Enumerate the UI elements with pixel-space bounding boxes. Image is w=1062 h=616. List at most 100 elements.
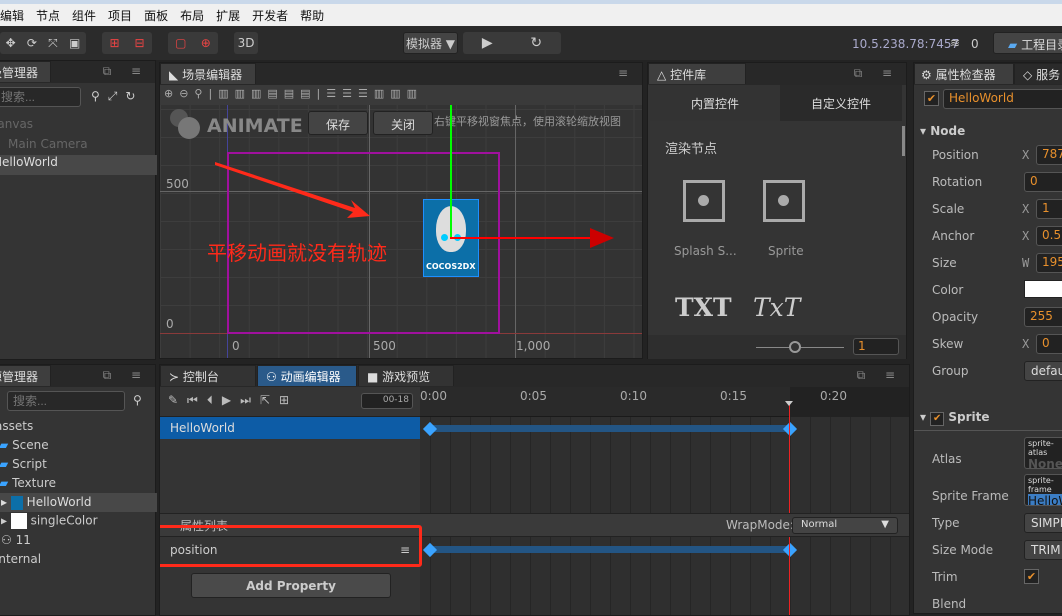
refresh-icon[interactable]: ↻ [530, 35, 542, 51]
tab-builtin-widgets[interactable]: 内置控件 [650, 85, 780, 121]
animation-node-row[interactable]: HelloWorld [160, 417, 420, 439]
asset-singlecolor[interactable]: ▸ singleColor [1, 513, 98, 529]
timeline[interactable]: 0:00 0:05 0:10 0:15 0:20 [420, 387, 909, 615]
pivot-tools: ⊞ ⊟ [102, 32, 152, 54]
prop-row-opacity: Opacity 255 [914, 307, 1062, 331]
3d-toggle[interactable]: 3D [234, 32, 258, 54]
sprite-icon[interactable] [763, 180, 805, 222]
tab-custom-widgets[interactable]: 自定义控件 [780, 85, 902, 121]
menu-developer[interactable]: 开发者 [252, 7, 288, 24]
hierarchy-search-input[interactable] [0, 87, 81, 107]
splash-sprite-icon[interactable] [683, 180, 725, 222]
label-widget-icon[interactable]: TXT [675, 293, 732, 322]
prop-input[interactable]: 195 [1036, 253, 1062, 273]
rect-tool-icon[interactable]: ▣ [69, 36, 80, 50]
scene-canvas[interactable]: 500 0 0 500 1,000 ANIMATE 保存 关闭 右键平移视窗焦点… [160, 105, 642, 358]
color-swatch[interactable] [1024, 280, 1062, 298]
pivot-icon[interactable]: ⊞ [109, 36, 119, 50]
atlas-value: None [1028, 457, 1062, 469]
menu-layout[interactable]: 布局 [180, 7, 204, 24]
tree-node-main-camera[interactable]: Main Camera [8, 137, 88, 151]
scene-hint: 右键平移视窗焦点，使用滚轮缩放视图 [434, 115, 621, 128]
sprite-enabled-checkbox[interactable]: ✔ [930, 412, 945, 426]
save-animation-button[interactable]: 保存 [308, 111, 368, 135]
prop-input[interactable]: 0 [1036, 334, 1062, 354]
tab-animation-editor[interactable]: ⚇ 动画编辑器 [257, 365, 357, 386]
move-tool-icon[interactable]: ✥ [6, 36, 16, 50]
project-folder-button[interactable]: ▰ 工程目录 [993, 32, 1062, 54]
prop-label: Opacity [932, 310, 979, 324]
menu-project[interactable]: 项目 [108, 7, 132, 24]
global-icon[interactable]: ⊕ [201, 36, 211, 50]
richtext-widget-icon[interactable]: TxT [753, 293, 800, 322]
asset-helloworld[interactable]: ▸ HelloWorld [0, 493, 157, 512]
sprite-section-header[interactable]: ▾ ✔ Sprite [920, 410, 990, 426]
tab-services[interactable]: ◇ 服务 [1014, 63, 1062, 84]
menu-component[interactable]: 组件 [72, 7, 96, 24]
tab-assets[interactable]: 资源管理器 [0, 365, 51, 386]
asset-folder-texture[interactable]: ▰ Texture [0, 476, 56, 490]
center-icon[interactable]: ⊟ [134, 36, 144, 50]
asset-folder-internal[interactable]: internal [0, 552, 41, 566]
tab-label: 游戏预览 [382, 370, 431, 384]
asset-folder-scene[interactable]: ▰ Scene [0, 438, 49, 452]
local-icon[interactable]: ▢ [175, 36, 186, 50]
panel-menu-icon[interactable]: ≡ [618, 66, 636, 80]
menu-edit[interactable]: 编辑 [0, 7, 24, 24]
tab-label: 控制台 [182, 370, 219, 384]
library-scrollbar[interactable] [902, 126, 905, 156]
wrapmode-select[interactable]: Normal ▼ [792, 517, 898, 534]
asset-folder-assets[interactable]: assets [0, 419, 33, 433]
panel-menu-icon[interactable]: ⧉ ≡ [103, 368, 149, 383]
trim-checkbox[interactable]: ✔ [1024, 569, 1039, 584]
size-mode-select[interactable]: TRIM [1024, 540, 1062, 560]
group-select[interactable]: default [1024, 361, 1062, 381]
align-toolbar[interactable]: ⊕⊖⚲|▥▥▥▤▤▤|☰☰☰▥▥▥ [160, 85, 642, 105]
playhead[interactable] [789, 401, 790, 615]
simulator-select[interactable]: 模拟器 ▼ [403, 32, 458, 54]
prop-input[interactable]: 0.5 [1036, 226, 1062, 246]
x-axis-arrow-icon[interactable] [590, 228, 614, 248]
menu-node[interactable]: 节点 [36, 7, 60, 24]
tab-scene-editor[interactable]: ◣ 场景编辑器 [160, 63, 256, 84]
node-active-checkbox[interactable]: ✔ [924, 91, 939, 106]
tree-node-helloworld[interactable]: HelloWorld [0, 155, 157, 175]
prop-input[interactable]: 255 [1024, 307, 1062, 327]
panel-menu-icon[interactable]: ⧉ ≡ [103, 64, 149, 79]
atlas-field[interactable]: sprite-atlas None [1024, 437, 1062, 469]
menu-help[interactable]: 帮助 [300, 7, 324, 24]
tab-inspector[interactable]: ⚙ 属性检查器 [914, 63, 1014, 84]
panel-menu-icon[interactable]: ⧉ ≡ [857, 368, 903, 383]
tab-game-preview[interactable]: ■ 游戏预览 [358, 365, 454, 386]
prop-input[interactable]: 0 [1024, 172, 1062, 192]
zoom-slider-handle[interactable] [789, 341, 801, 353]
rotate-tool-icon[interactable]: ⟳ [27, 36, 37, 50]
node-name-input[interactable]: HelloWorld [943, 89, 1062, 109]
add-property-button[interactable]: Add Property [191, 573, 391, 598]
hierarchy-tools-icons[interactable]: ⚲⤢↻ [91, 89, 143, 104]
zoom-input[interactable]: 1 [853, 338, 899, 355]
close-animation-button[interactable]: 关闭 [373, 111, 433, 135]
scale-tool-icon[interactable]: ⤧ [48, 36, 58, 51]
asset-folder-script[interactable]: ▰ Script [0, 457, 47, 471]
playhead-marker-icon[interactable] [785, 401, 793, 406]
panel-menu-icon[interactable]: ⧉ ≡ [854, 66, 900, 81]
tab-widget-library[interactable]: △ 控件库 [648, 63, 746, 84]
search-icon[interactable]: ⚲ [133, 393, 142, 407]
frame-input[interactable]: 00-18 [361, 393, 413, 409]
assets-search-input[interactable] [7, 391, 125, 411]
tab-console[interactable]: ≻ 控制台 [160, 365, 256, 386]
prop-input[interactable]: 787 [1036, 145, 1062, 165]
asset-anim-clip[interactable]: ⚇ 11 [1, 533, 31, 547]
menu-panel[interactable]: 面板 [144, 7, 168, 24]
x-axis-gizmo[interactable] [450, 237, 592, 239]
play-icon[interactable]: ▶ [482, 35, 493, 51]
node-section-header[interactable]: ▾ Node [920, 124, 965, 138]
tab-hierarchy[interactable]: 层级管理器 [0, 61, 51, 82]
sprite-frame-field[interactable]: sprite-frameHelloWorld [1024, 474, 1062, 506]
y-axis-gizmo[interactable] [450, 105, 452, 239]
menu-extension[interactable]: 扩展 [216, 7, 240, 24]
prop-input[interactable]: 1 [1036, 199, 1062, 219]
tree-node-canvas[interactable]: Canvas [0, 117, 33, 131]
type-select[interactable]: SIMPLE [1024, 513, 1062, 533]
